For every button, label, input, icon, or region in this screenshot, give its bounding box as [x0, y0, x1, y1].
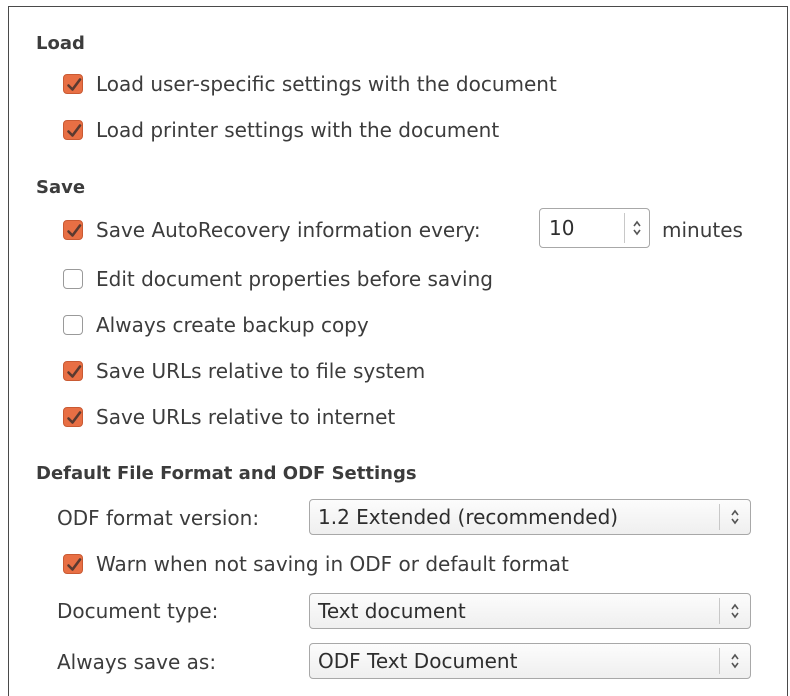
minutes-unit: minutes — [662, 218, 743, 242]
chevron-updown-icon — [719, 598, 750, 624]
checkbox-checked-icon[interactable] — [63, 120, 83, 140]
urls-internet-checkbox[interactable]: Save URLs relative to internet — [63, 405, 395, 429]
chevron-updown-icon — [719, 648, 750, 674]
load-printer-settings-label: Load printer settings with the document — [96, 118, 500, 142]
format-section-title: Default File Format and ODF Settings — [36, 463, 417, 484]
checkbox-checked-icon[interactable] — [63, 407, 83, 427]
load-printer-settings-checkbox[interactable]: Load printer settings with the document — [63, 118, 499, 142]
minutes-unit-label: minutes — [662, 218, 743, 242]
checkbox-checked-icon[interactable] — [63, 74, 83, 94]
save-as-label: Always save as: — [57, 650, 217, 674]
checkbox-checked-icon[interactable] — [63, 361, 83, 381]
odf-version-value: 1.2 Extended (recommended) — [318, 505, 619, 529]
document-type-value: Text document — [318, 599, 466, 623]
odf-version-dropdown[interactable]: 1.2 Extended (recommended) — [309, 499, 751, 535]
load-user-settings-checkbox[interactable]: Load user-specific settings with the doc… — [63, 72, 557, 96]
save-as-value: ODF Text Document — [318, 649, 518, 673]
edit-properties-checkbox[interactable]: Edit document properties before saving — [63, 267, 493, 291]
autorecovery-label: Save AutoRecovery information every: — [96, 218, 481, 242]
urls-filesystem-label: Save URLs relative to file system — [96, 359, 426, 383]
load-user-settings-label: Load user-specific settings with the doc… — [96, 72, 557, 96]
checkbox-checked-icon[interactable] — [63, 554, 83, 574]
chevron-updown-icon — [719, 504, 750, 530]
backup-copy-checkbox[interactable]: Always create backup copy — [63, 313, 369, 337]
checkbox-unchecked-icon[interactable] — [63, 315, 83, 335]
checkbox-unchecked-icon[interactable] — [63, 269, 83, 289]
autorecovery-minutes-value[interactable]: 10 — [540, 216, 624, 240]
urls-internet-label: Save URLs relative to internet — [96, 405, 396, 429]
edit-properties-label: Edit document properties before saving — [96, 267, 493, 291]
warn-odf-checkbox[interactable]: Warn when not saving in ODF or default f… — [63, 552, 569, 576]
load-section-title: Load — [36, 33, 85, 54]
save-as-dropdown[interactable]: ODF Text Document — [309, 643, 751, 679]
odf-version-label: ODF format version: — [57, 506, 260, 530]
warn-odf-label: Warn when not saving in ODF or default f… — [96, 552, 569, 576]
autorecovery-minutes-spinner[interactable]: 10 — [539, 208, 650, 248]
document-type-label: Document type: — [57, 599, 219, 623]
checkbox-checked-icon[interactable] — [63, 220, 83, 240]
document-type-dropdown[interactable]: Text document — [309, 593, 751, 629]
save-section-title: Save — [36, 177, 86, 198]
autorecovery-checkbox[interactable]: Save AutoRecovery information every: — [63, 218, 481, 242]
spin-arrows-icon[interactable] — [624, 213, 649, 243]
urls-filesystem-checkbox[interactable]: Save URLs relative to file system — [63, 359, 425, 383]
backup-copy-label: Always create backup copy — [96, 313, 369, 337]
